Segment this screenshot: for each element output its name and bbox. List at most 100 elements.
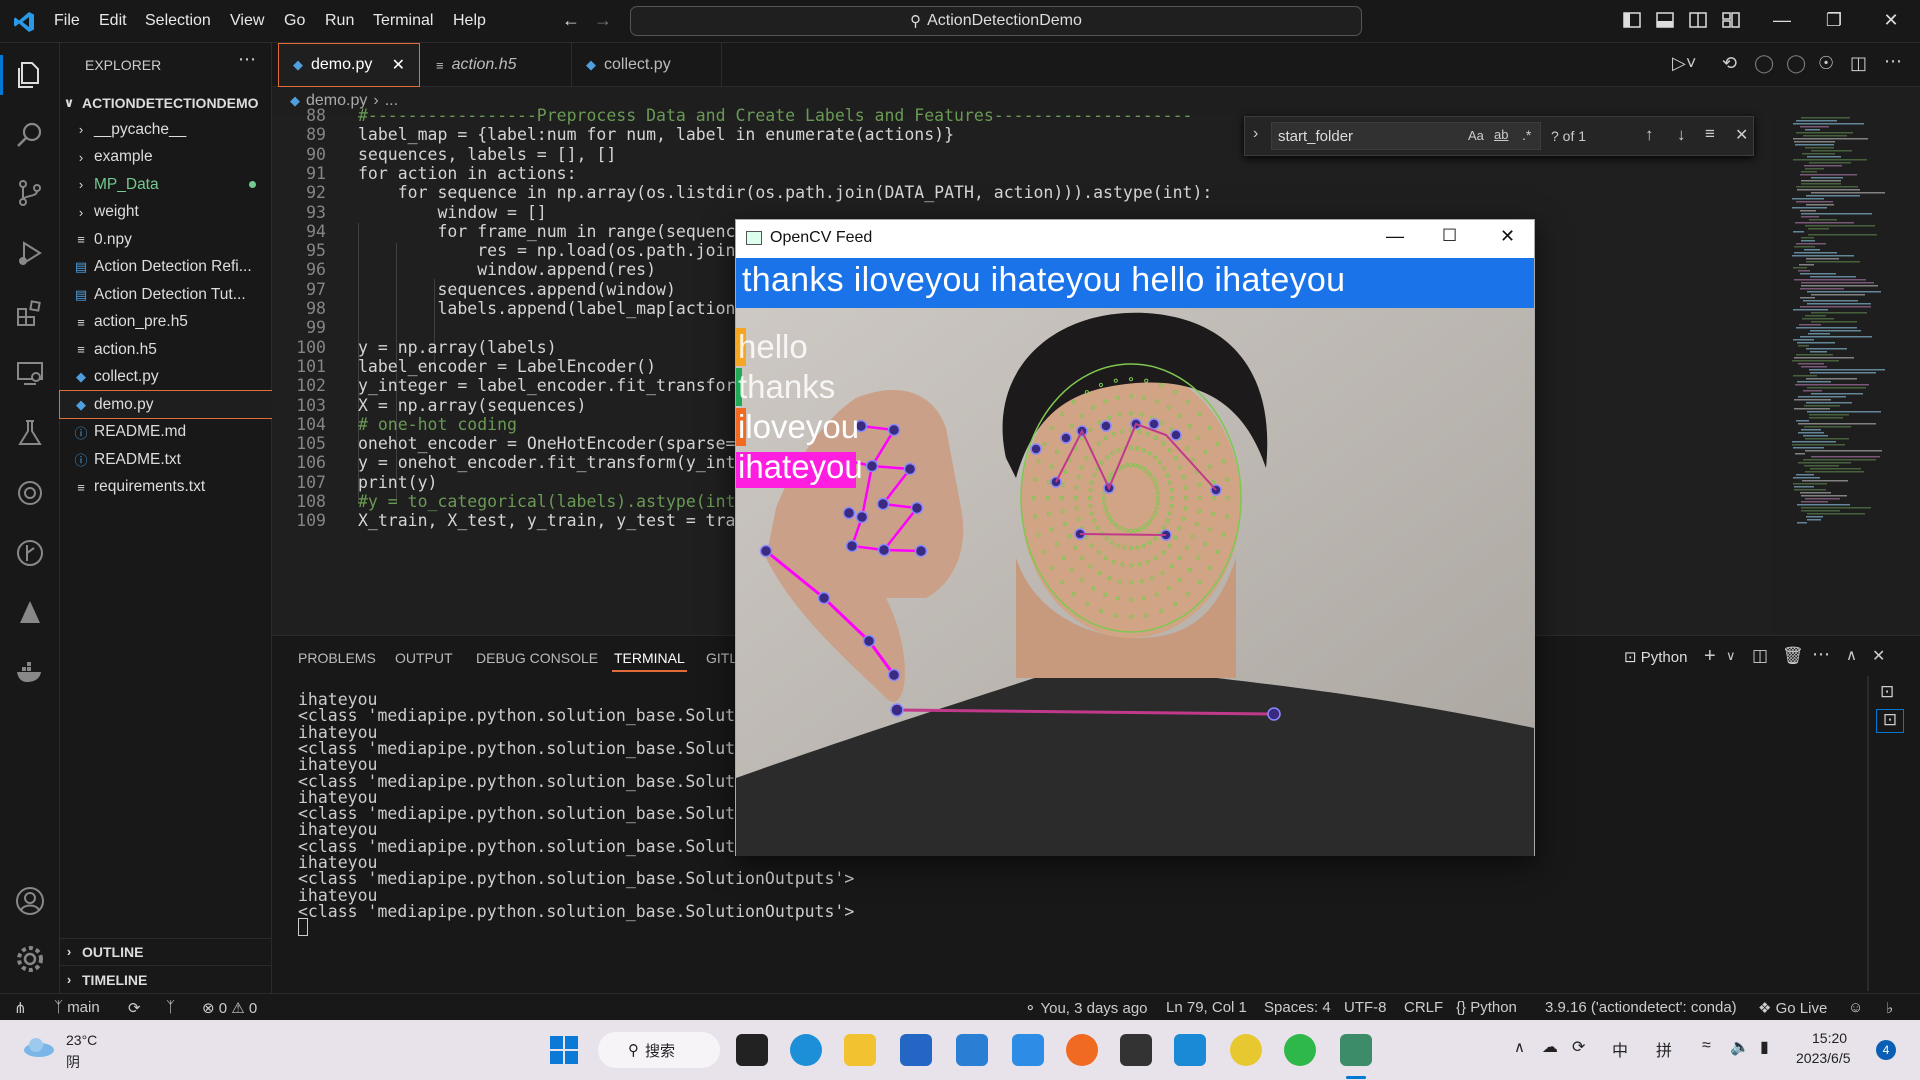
- git-blame[interactable]: ⚬ You, 3 days ago: [1024, 999, 1148, 1017]
- terminal-app-icon[interactable]: [1120, 1034, 1152, 1066]
- source-control-icon[interactable]: [14, 177, 46, 209]
- chatgpt-icon[interactable]: [14, 477, 46, 509]
- onedrive-icon[interactable]: ☁: [1542, 1037, 1558, 1057]
- tab-debug-console[interactable]: DEBUG CONSOLE: [476, 650, 598, 666]
- terminal-instance-active-icon[interactable]: ⊡: [1876, 709, 1904, 733]
- anaconda-icon[interactable]: [14, 597, 46, 629]
- opencv-app-icon[interactable]: [1340, 1034, 1372, 1066]
- sync-icon[interactable]: ⟳: [128, 999, 141, 1017]
- forward-arrow-icon[interactable]: →: [592, 10, 614, 32]
- go-forward-icon[interactable]: ◯: [1786, 53, 1806, 74]
- explorer-item[interactable]: ≡ 0.npy: [60, 226, 272, 253]
- arrow-up-icon[interactable]: ↑: [1645, 125, 1654, 145]
- settings-gear-icon[interactable]: [14, 943, 46, 975]
- customize-layout-icon[interactable]: [1721, 10, 1743, 32]
- bell-icon[interactable]: ♭: [1886, 999, 1893, 1017]
- run-python-icon[interactable]: ▷˅: [1672, 53, 1696, 74]
- chrome-icon[interactable]: [1230, 1034, 1262, 1066]
- terminal-profile[interactable]: ⊡ Python: [1624, 648, 1687, 666]
- volume-icon[interactable]: 🔈: [1730, 1037, 1750, 1057]
- tab-terminal[interactable]: TERMINAL: [612, 650, 687, 672]
- cloud-weather-icon[interactable]: [22, 1036, 56, 1058]
- toggle-panel-icon[interactable]: [1655, 10, 1677, 32]
- testing-icon[interactable]: [14, 417, 46, 449]
- maximize-panel-icon[interactable]: ∧: [1846, 646, 1857, 664]
- explorer-item[interactable]: › weight: [60, 199, 272, 226]
- explorer-icon[interactable]: [14, 59, 46, 91]
- encoding[interactable]: UTF-8: [1344, 999, 1387, 1016]
- taskbar-search[interactable]: ⚲ 搜索: [598, 1032, 720, 1068]
- minimize-icon[interactable]: —: [1771, 10, 1793, 32]
- battery-icon[interactable]: ▮: [1760, 1037, 1769, 1057]
- tab-gitlens[interactable]: GITL: [706, 650, 737, 666]
- explorer-item[interactable]: ⓘ README.txt: [60, 446, 272, 473]
- split-terminal-icon[interactable]: ◫: [1752, 646, 1768, 666]
- tab-output[interactable]: OUTPUT: [395, 650, 453, 666]
- timeline-section[interactable]: › TIMELINE: [60, 966, 272, 993]
- docker-icon[interactable]: [14, 655, 46, 687]
- tab-action-h5[interactable]: ≡ action.h5: [422, 43, 572, 87]
- windows-start-icon[interactable]: [548, 1034, 580, 1066]
- explorer-item[interactable]: › __pycache__: [60, 116, 272, 143]
- open-changes-icon[interactable]: ☉: [1818, 53, 1834, 74]
- go-back-icon[interactable]: ⟲: [1722, 53, 1737, 74]
- explorer-item[interactable]: › example: [60, 144, 272, 171]
- clock-time[interactable]: 15:20: [1812, 1030, 1847, 1046]
- command-center-search[interactable]: ⚲ ActionDetectionDemo: [630, 6, 1362, 36]
- menu-view[interactable]: View: [230, 12, 264, 30]
- outline-section[interactable]: › OUTLINE: [60, 938, 272, 965]
- find-input[interactable]: start_folder Aa ab .*: [1271, 122, 1541, 150]
- menu-file[interactable]: File: [54, 12, 80, 30]
- cursor-position[interactable]: Ln 79, Col 1: [1166, 999, 1247, 1016]
- back-arrow-icon[interactable]: ←: [560, 10, 582, 32]
- project-root[interactable]: ∨ ACTIONDETECTIONDEMO: [60, 89, 272, 116]
- firefox-icon[interactable]: [1066, 1034, 1098, 1066]
- git-graph-icon[interactable]: [14, 537, 46, 569]
- new-terminal-icon[interactable]: +: [1704, 645, 1716, 668]
- task-view-icon[interactable]: [736, 1034, 768, 1066]
- opencv-title-bar[interactable]: OpenCV Feed — ☐ ✕: [736, 220, 1534, 258]
- mail-icon[interactable]: [956, 1034, 988, 1066]
- chevron-right-icon[interactable]: ›: [1253, 125, 1258, 143]
- explorer-item[interactable]: ≡ action_pre.h5: [60, 309, 272, 336]
- git-graph-status-icon[interactable]: ᛉ: [166, 999, 175, 1016]
- more-actions-icon[interactable]: ⋯: [1884, 51, 1902, 72]
- notification-badge[interactable]: 4: [1876, 1040, 1896, 1060]
- run-debug-icon[interactable]: [14, 237, 46, 269]
- close-tab-icon[interactable]: ✕: [392, 55, 405, 75]
- menu-terminal[interactable]: Terminal: [373, 12, 433, 30]
- minimize-icon[interactable]: —: [1386, 226, 1404, 247]
- explorer-item[interactable]: › MP_Data: [60, 171, 272, 198]
- more-actions-icon[interactable]: ⋯: [238, 49, 256, 70]
- menu-help[interactable]: Help: [453, 12, 486, 30]
- tab-demo-py[interactable]: ◆ demo.py ✕: [278, 43, 420, 87]
- close-icon[interactable]: ✕: [1500, 226, 1515, 247]
- ime-pinyin[interactable]: 拼: [1656, 1037, 1672, 1061]
- search-icon[interactable]: [14, 119, 46, 151]
- split-editor-icon[interactable]: ◫: [1850, 53, 1867, 74]
- revert-icon[interactable]: ◯: [1754, 53, 1774, 74]
- language-mode[interactable]: {} Python: [1456, 999, 1517, 1016]
- maximize-icon[interactable]: ☐: [1442, 226, 1457, 246]
- tab-problems[interactable]: PROBLEMS: [298, 650, 376, 666]
- menu-run[interactable]: Run: [325, 12, 354, 30]
- tab-collect-py[interactable]: ◆ collect.py: [572, 43, 722, 87]
- terminal-instance-icon[interactable]: ⊡: [1880, 682, 1894, 702]
- regex-icon[interactable]: .*: [1522, 127, 1531, 143]
- python-interpreter[interactable]: 3.9.16 ('actiondetect': conda): [1545, 999, 1737, 1016]
- close-icon[interactable]: ✕: [1880, 10, 1902, 32]
- toggle-sidebar-icon[interactable]: [1622, 10, 1644, 32]
- explorer-item[interactable]: ▤ Action Detection Tut...: [60, 281, 272, 308]
- problems-status[interactable]: ⊗ 0 ⚠ 0: [202, 999, 257, 1017]
- edge-icon[interactable]: [790, 1034, 822, 1066]
- restore-icon[interactable]: ❐: [1823, 10, 1845, 32]
- toggle-secondary-sidebar-icon[interactable]: [1688, 10, 1710, 32]
- whole-word-icon[interactable]: ab: [1494, 127, 1508, 142]
- menu-selection[interactable]: Selection: [145, 12, 211, 30]
- clock-date[interactable]: 2023/6/5: [1796, 1050, 1851, 1066]
- wechat-icon[interactable]: [1284, 1034, 1316, 1066]
- feedback-icon[interactable]: ☺: [1848, 999, 1863, 1016]
- more-actions-icon[interactable]: ⋯: [1812, 644, 1830, 665]
- remote-icon[interactable]: ⋔: [14, 999, 27, 1017]
- minimap[interactable]: [1788, 115, 1908, 535]
